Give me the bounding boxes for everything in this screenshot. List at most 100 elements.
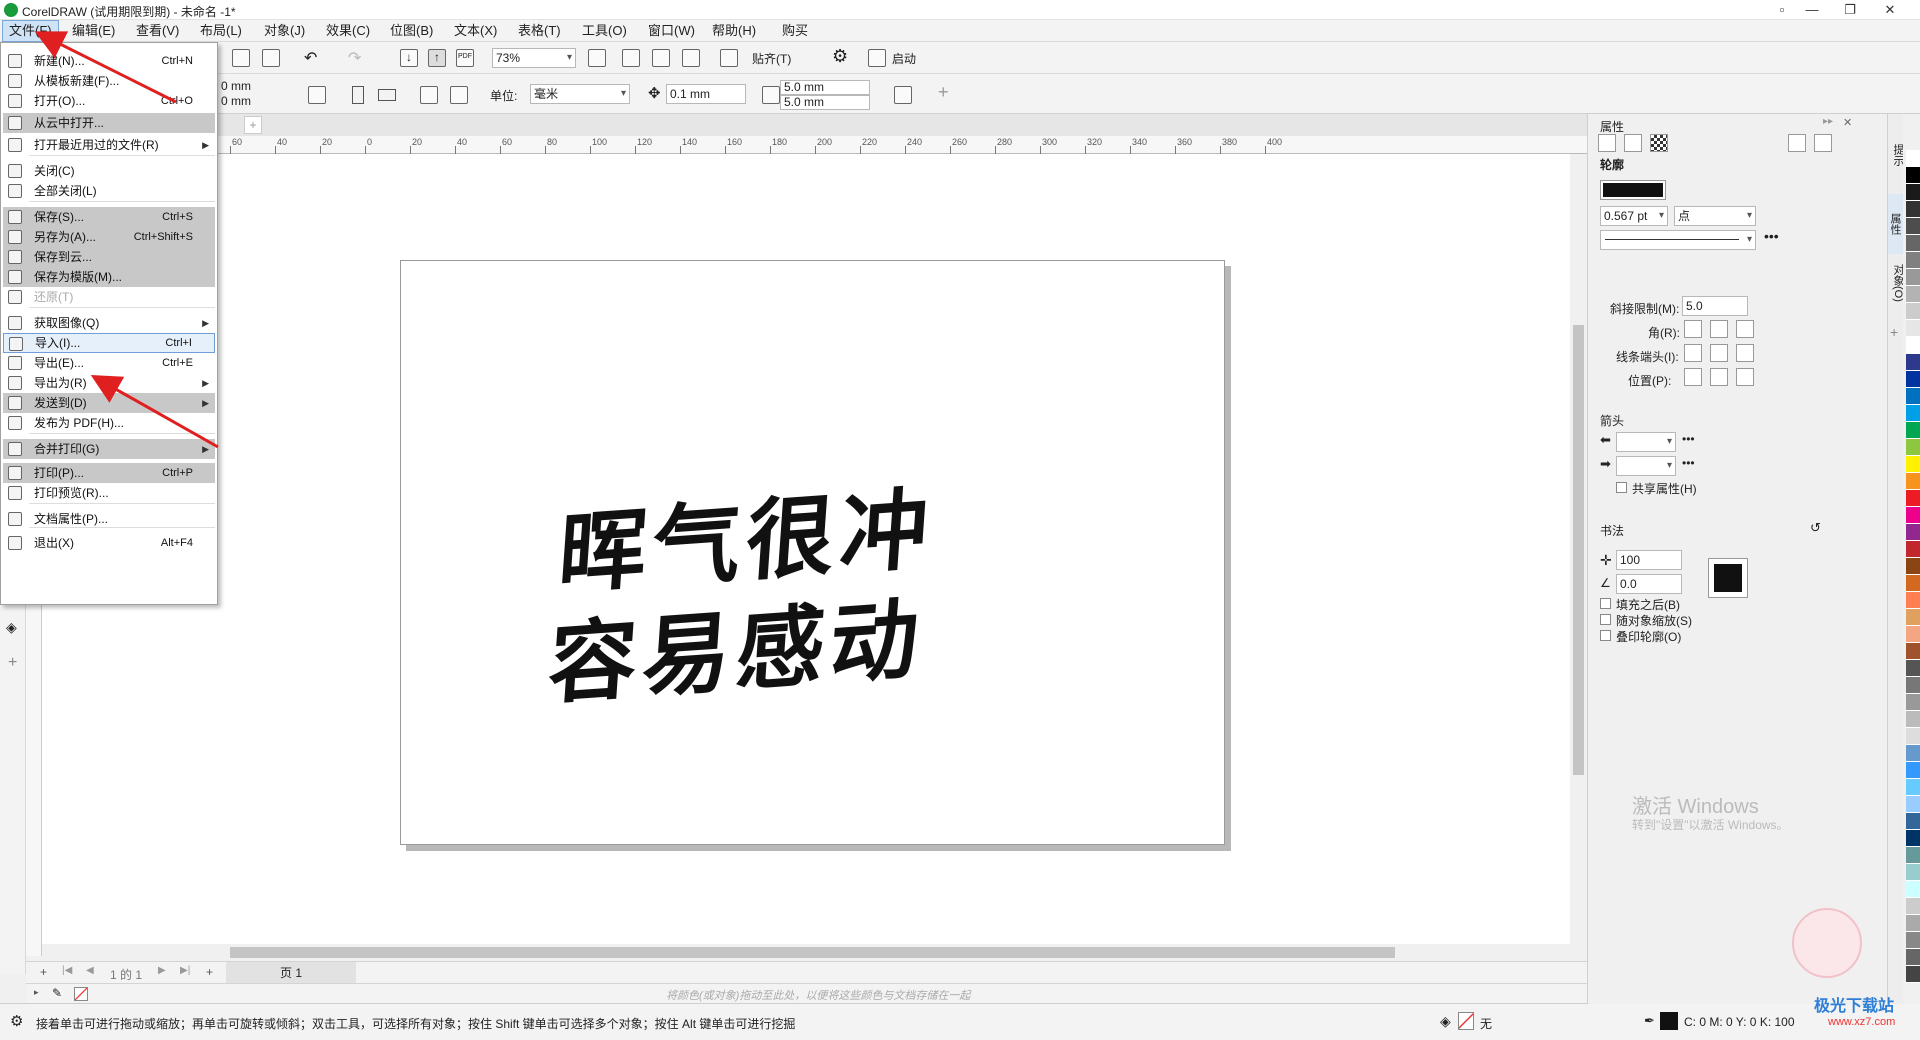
palette-swatch[interactable] xyxy=(1906,728,1920,745)
palette-expand-icon[interactable]: ▸ xyxy=(34,987,39,998)
cap-round-icon[interactable] xyxy=(1710,344,1728,362)
file-menu-item-21[interactable]: 文档属性(P)... xyxy=(3,509,215,529)
docker-option-a-icon[interactable] xyxy=(1788,134,1806,152)
add-tool-icon[interactable]: + xyxy=(8,654,17,672)
file-menu-item-22[interactable]: 退出(X) Alt+F4 xyxy=(3,533,215,553)
file-menu-item-4[interactable]: 打开最近用过的文件(R) ▶ xyxy=(3,135,215,155)
palette-swatch[interactable] xyxy=(1906,541,1920,558)
menu-tools[interactable]: 工具(O) xyxy=(576,20,633,42)
line-style-more-icon[interactable]: ••• xyxy=(1764,228,1779,244)
palette-swatch[interactable] xyxy=(1906,269,1920,286)
menu-object[interactable]: 对象(J) xyxy=(258,20,311,42)
menu-view[interactable]: 查看(V) xyxy=(130,20,185,42)
redo-icon[interactable]: ↷ xyxy=(348,48,361,68)
palette-swatch[interactable] xyxy=(1906,660,1920,677)
maximize-button[interactable]: ❐ xyxy=(1835,0,1865,20)
palette-swatch[interactable] xyxy=(1906,507,1920,524)
palette-swatch[interactable] xyxy=(1906,813,1920,830)
cap-butt-icon[interactable] xyxy=(1684,344,1702,362)
arrow-start-more-icon[interactable]: ••• xyxy=(1682,432,1695,446)
file-menu-item-16[interactable]: 发送到(D) ▶ xyxy=(3,393,215,413)
add-page-end-icon[interactable]: + xyxy=(206,965,213,979)
palette-swatch[interactable] xyxy=(1906,524,1920,541)
landscape-icon[interactable] xyxy=(378,89,396,101)
file-menu-item-11[interactable]: 还原(T) xyxy=(3,287,215,307)
palette-swatch[interactable] xyxy=(1906,864,1920,881)
duplicate-y-field[interactable]: 5.0 mm xyxy=(780,95,870,110)
file-menu-item-10[interactable]: 保存为模版(M)... xyxy=(3,267,215,287)
file-menu-item-5[interactable]: 关闭(C) xyxy=(3,161,215,181)
palette-swatch[interactable] xyxy=(1906,303,1920,320)
arrow-end-more-icon[interactable]: ••• xyxy=(1682,456,1695,470)
file-menu-item-9[interactable]: 保存到云... xyxy=(3,247,215,267)
file-menu-item-14[interactable]: 导出(E)... Ctrl+E xyxy=(3,353,215,373)
behind-fill-checkbox[interactable] xyxy=(1600,598,1611,609)
file-menu-item-15[interactable]: 导出为(R) ▶ xyxy=(3,373,215,393)
add-page-icon[interactable]: + xyxy=(40,965,47,979)
reset-icon[interactable]: ↺ xyxy=(1810,520,1821,536)
file-menu-item-8[interactable]: 另存为(A)... Ctrl+Shift+S xyxy=(3,227,215,247)
position-center-icon[interactable] xyxy=(1710,368,1728,386)
copy-icon[interactable] xyxy=(232,49,250,67)
palette-swatch[interactable] xyxy=(1906,762,1920,779)
file-menu-item-1[interactable]: 从模板新建(F)... xyxy=(3,71,215,91)
palette-swatch[interactable] xyxy=(1906,184,1920,201)
palette-swatch[interactable] xyxy=(1906,779,1920,796)
corner-miter-icon[interactable] xyxy=(1684,320,1702,338)
duplicate-x-field[interactable]: 5.0 mm xyxy=(780,80,870,95)
outline-unit-select[interactable]: 点 xyxy=(1674,206,1756,226)
file-menu-item-13[interactable]: 导入(I)... Ctrl+I xyxy=(3,333,215,353)
docker-expand-icon[interactable]: ▸▸ xyxy=(1823,116,1833,127)
snap-off-icon[interactable] xyxy=(720,49,738,67)
palette-swatch[interactable] xyxy=(1906,932,1920,949)
palette-swatch[interactable] xyxy=(1906,626,1920,643)
horizontal-scroll-thumb[interactable] xyxy=(230,947,1395,958)
arrow-start-select[interactable] xyxy=(1616,432,1676,452)
miter-limit-field[interactable]: 5.0 xyxy=(1682,296,1748,316)
palette-swatch[interactable] xyxy=(1906,966,1920,983)
scale-with-object-checkbox[interactable] xyxy=(1600,614,1611,625)
palette-swatch[interactable] xyxy=(1906,643,1920,660)
minimize-button[interactable]: — xyxy=(1797,0,1827,20)
arrow-end-select[interactable] xyxy=(1616,456,1676,476)
palette-swatch[interactable] xyxy=(1906,354,1920,371)
menu-table[interactable]: 表格(T) xyxy=(512,20,567,42)
nib-shape-preview[interactable] xyxy=(1708,558,1748,598)
show-guidelines-icon[interactable] xyxy=(682,49,700,67)
paste-icon[interactable] xyxy=(262,49,280,67)
zoom-select[interactable]: 73% xyxy=(492,48,576,68)
launch-menu[interactable]: 启动 xyxy=(892,50,916,67)
line-style-select[interactable] xyxy=(1600,230,1756,250)
status-settings-icon[interactable]: ⚙ xyxy=(10,1012,23,1030)
launch-icon[interactable] xyxy=(868,49,886,67)
transparency-tab-icon[interactable] xyxy=(1650,134,1668,152)
palette-swatch[interactable] xyxy=(1906,150,1920,167)
palette-swatch[interactable] xyxy=(1906,218,1920,235)
palette-swatch[interactable] xyxy=(1906,490,1920,507)
full-screen-icon[interactable] xyxy=(588,49,606,67)
outline-color-swatch[interactable] xyxy=(1660,1012,1678,1030)
y-position-field[interactable]: 0 mm xyxy=(218,95,290,110)
palette-swatch[interactable] xyxy=(1906,388,1920,405)
palette-swatch[interactable] xyxy=(1906,473,1920,490)
menu-window[interactable]: 窗口(W) xyxy=(642,20,701,42)
corner-bevel-icon[interactable] xyxy=(1736,320,1754,338)
file-menu-item-20[interactable]: 打印预览(R)... xyxy=(3,483,215,503)
fill-tab-icon[interactable] xyxy=(1624,134,1642,152)
palette-swatch[interactable] xyxy=(1906,337,1920,354)
file-menu-item-0[interactable]: 新建(N)... Ctrl+N xyxy=(3,51,215,71)
file-menu-item-19[interactable]: 打印(P)... Ctrl+P xyxy=(3,463,215,483)
cap-square-icon[interactable] xyxy=(1736,344,1754,362)
menu-help[interactable]: 帮助(H) xyxy=(706,20,762,42)
snap-to-menu[interactable]: 贴齐(T) xyxy=(752,50,791,67)
palette-swatch[interactable] xyxy=(1906,235,1920,252)
portrait-icon[interactable] xyxy=(352,86,364,104)
outline-color-picker[interactable] xyxy=(1600,180,1666,200)
export-icon[interactable]: ↑ xyxy=(428,49,446,67)
pdf-icon[interactable]: PDF xyxy=(456,49,474,67)
palette-swatch[interactable] xyxy=(1906,796,1920,813)
position-outside-icon[interactable] xyxy=(1684,368,1702,386)
palette-swatch[interactable] xyxy=(1906,575,1920,592)
rotate-icon[interactable] xyxy=(308,86,326,104)
palette-swatch[interactable] xyxy=(1906,711,1920,728)
